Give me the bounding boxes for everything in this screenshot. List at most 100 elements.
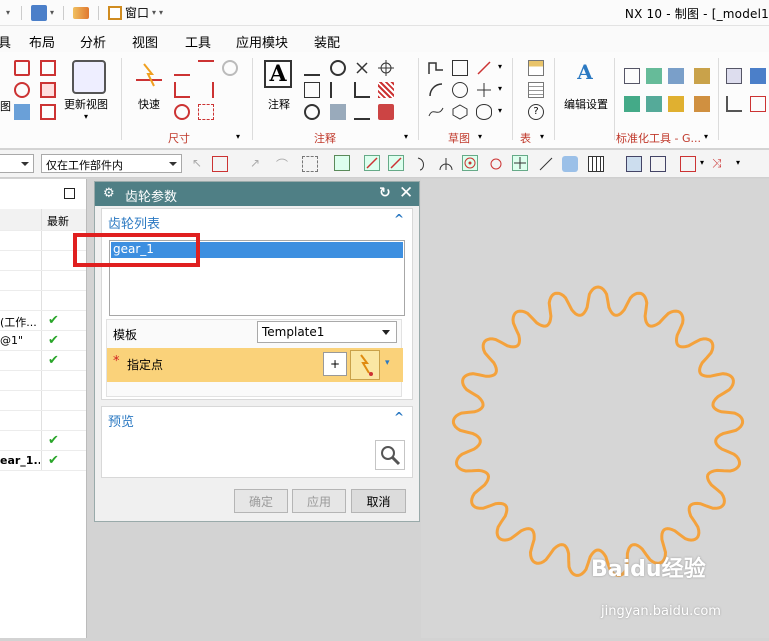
id-symbol-icon[interactable] [304,104,320,120]
arc-icon[interactable] [428,82,444,98]
menu-view[interactable]: 视图 [132,32,158,51]
quadrant-point-icon[interactable] [488,156,504,172]
update-view-icon[interactable] [72,60,106,94]
navigator-row[interactable]: @1" ✔ [0,331,86,351]
thickness-dim-icon[interactable] [198,82,214,98]
radial-dim-icon[interactable] [174,82,190,98]
dropdown-arrow-icon[interactable]: ▾ [498,84,502,93]
rectangle-icon[interactable] [452,60,468,76]
dropdown-arrow-icon[interactable]: ▾ [540,132,544,141]
base-view-icon[interactable] [40,60,56,76]
select-arrow-icon[interactable]: ↖ [192,156,208,172]
navigator-row[interactable] [0,271,86,291]
dropdown-arrow-icon[interactable]: ▾ [50,8,54,17]
menu-assembly[interactable]: 装配 [314,32,340,51]
ordinate-dim-icon[interactable] [222,60,238,76]
circle-icon[interactable] [452,82,468,98]
reset-icon[interactable]: ↻ [379,185,391,201]
datum-feature-icon[interactable] [304,82,320,98]
navigator-row[interactable]: ear_1... ✔ [0,451,86,471]
view-select-icon[interactable] [650,156,666,172]
std-tool-10-icon[interactable] [750,68,766,84]
dropdown-arrow-icon[interactable]: ▾ [236,132,240,141]
collapse-caret-icon[interactable]: ^ [394,212,404,226]
mid-point-icon[interactable] [388,155,404,171]
menu-layout[interactable]: 布局 [29,32,55,51]
note-icon[interactable]: A [264,60,292,88]
view-tool-icon[interactable] [680,156,696,172]
ellipse-icon[interactable] [476,104,492,120]
select-features-icon[interactable] [212,156,228,172]
dropdown-arrow-icon[interactable]: ▾ [478,132,482,141]
std-tool-8-icon[interactable] [694,96,710,112]
edit-settings-icon[interactable]: A [570,60,600,90]
template-select[interactable]: Template1 [257,321,397,343]
std-tool-6-icon[interactable] [646,96,662,112]
navigator-row[interactable]: ✔ [0,351,86,371]
snap-point-icon[interactable] [334,155,350,171]
select-curves-icon[interactable]: ↗ [250,156,266,172]
detail-view-icon[interactable] [14,104,30,120]
polygon-icon[interactable] [452,104,468,120]
center-mark-icon[interactable] [378,60,394,76]
dropdown-arrow-icon[interactable]: ▾ [152,8,156,17]
std-tool-12-icon[interactable] [750,96,766,112]
std-tool-5-icon[interactable] [624,96,640,112]
cancel-button[interactable]: 取消 [351,489,406,513]
update-view-button[interactable]: 更新视图 [64,96,108,112]
menu-application[interactable]: 应用模块 [236,32,288,51]
grid-icon[interactable] [588,156,604,172]
image-icon[interactable] [330,104,346,120]
ok-button[interactable]: 确定 [234,489,288,513]
dropdown-arrow-icon[interactable]: ▾ [404,132,408,141]
navigator-row[interactable]: (工作... ✔ [0,311,86,331]
type-filter-combo[interactable] [0,154,34,173]
dropdown-arrow-icon[interactable]: ▾ [4,8,12,17]
quick-button[interactable]: 快速 [138,96,160,112]
intersection-symbol-icon[interactable] [354,104,370,120]
chamfer-dim-icon[interactable] [198,60,214,76]
projected-view-icon[interactable] [40,82,56,98]
std-tool-11-icon[interactable] [726,96,742,112]
point-on-curve-icon[interactable] [538,156,554,172]
arc-center-icon[interactable] [462,155,478,171]
graphics-window[interactable]: Baidu经验 jingyan.baidu.com [421,179,769,638]
edit-settings-button[interactable]: 编辑设置 [564,96,608,112]
dropdown-arrow-icon[interactable]: ▾ [84,112,88,121]
std-tool-1-icon[interactable] [624,68,640,84]
navigator-row[interactable] [0,371,86,391]
control-point-icon[interactable] [414,156,430,172]
angular-dim-icon[interactable] [174,104,190,120]
navigator-row[interactable] [0,411,86,431]
navigator-row[interactable]: ✔ [0,431,86,451]
preview-search-icon[interactable] [375,440,405,470]
box-select-icon[interactable] [302,156,318,172]
inferred-point-icon[interactable] [350,350,380,380]
collapse-caret-icon[interactable]: ^ [394,410,404,424]
arc-length-dim-icon[interactable] [198,104,214,120]
apply-button[interactable]: 应用 [292,489,346,513]
cross-icon[interactable] [354,60,370,76]
menu-tools-cut[interactable]: 具 [0,32,11,51]
latest-column-header[interactable]: 最新 [47,213,69,229]
intersection-point-icon[interactable] [438,156,454,172]
scope-filter-combo[interactable]: 仅在工作部件内 [41,154,182,173]
balloon-icon[interactable]: ? [528,104,544,120]
quick-dimension-icon[interactable] [134,60,164,90]
studio-spline-icon[interactable] [428,104,444,120]
std-tool-7-icon[interactable] [668,96,684,112]
point-icon[interactable] [476,82,492,98]
gear-list-header[interactable]: 齿轮列表 [108,213,160,232]
std-tool-2-icon[interactable] [646,68,662,84]
layer-icon[interactable] [31,4,47,21]
area-fill-icon[interactable] [378,104,394,120]
weld-symbol-icon[interactable] [330,82,346,98]
parts-list-icon[interactable] [528,82,544,98]
dropdown-arrow-icon[interactable]: ▾ [736,158,740,167]
view-tool-icon[interactable] [14,60,30,76]
dropdown-arrow-icon[interactable]: ▾ [498,62,502,71]
dropdown-arrow-icon[interactable]: ▾ [498,106,502,115]
more-arrow-icon[interactable]: ▾ [159,8,163,17]
window-menu[interactable]: 窗口 [125,4,149,21]
maximize-icon[interactable] [64,188,75,199]
